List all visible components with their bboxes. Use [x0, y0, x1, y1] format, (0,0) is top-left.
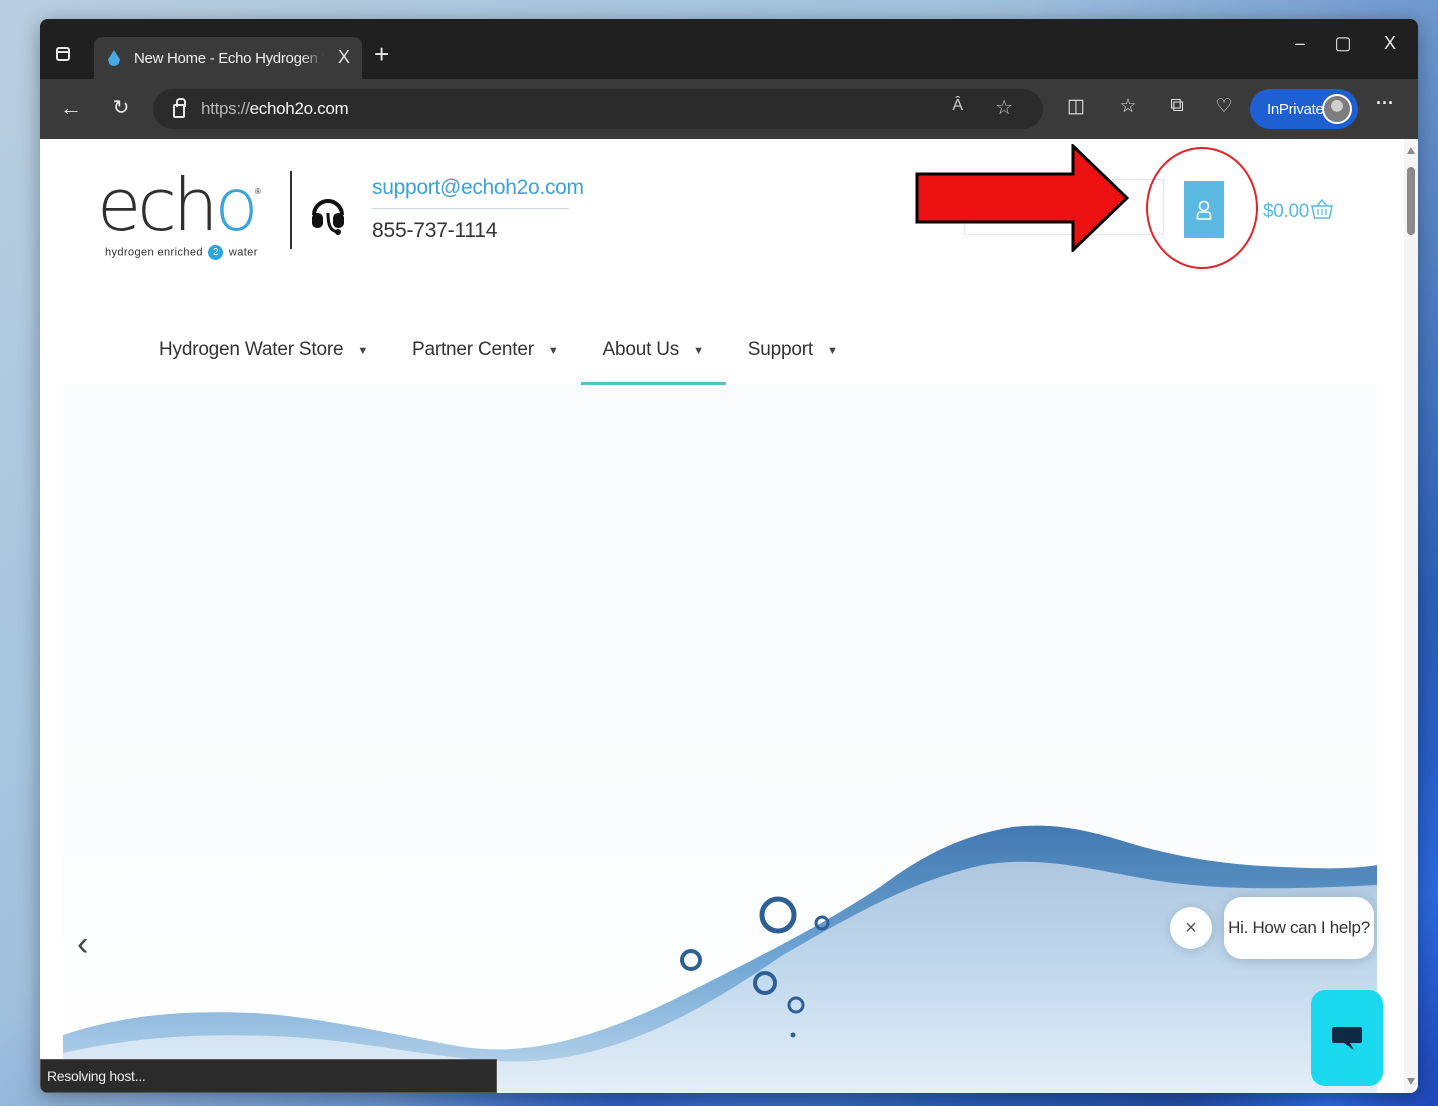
chevron-down-icon: ▼: [826, 345, 838, 357]
inprivate-label: InPrivate: [1267, 100, 1324, 118]
chat-greeting-bubble[interactable]: Hi. How can I help?: [1224, 897, 1374, 959]
status-bar: Resolving host...: [40, 1059, 497, 1093]
page-viewport: echo ® hydrogen enriched 2 water support…: [40, 139, 1418, 1093]
water-drop-icon: [108, 50, 120, 66]
scrollbar-thumb[interactable]: [1407, 167, 1415, 235]
hero-slider: ‹: [63, 385, 1377, 1093]
address-bar[interactable]: https://echoh2o.com Ȃ ☆: [153, 89, 1043, 129]
basket-icon[interactable]: [1310, 197, 1334, 221]
vertical-scrollbar[interactable]: [1404, 139, 1418, 1093]
chat-icon: [1332, 1027, 1362, 1050]
chat-close-icon[interactable]: ×: [1170, 907, 1212, 949]
nav-hydrogen-water-store[interactable]: Hydrogen Water Store ▼: [146, 311, 390, 385]
refresh-icon[interactable]: ↻: [106, 95, 136, 121]
profile-avatar: [1322, 94, 1352, 124]
minimize-button[interactable]: –: [1280, 33, 1320, 54]
browser-essentials-icon[interactable]: ♡: [1210, 95, 1238, 118]
tab-echo-home[interactable]: New Home - Echo Hydrogen Water X: [94, 37, 362, 79]
more-menu-icon[interactable]: ···: [1376, 93, 1394, 114]
tab-strip: New Home - Echo Hydrogen Water X + – ▢ X: [40, 19, 1418, 79]
url-text: https://echoh2o.com: [201, 99, 349, 118]
support-email-link[interactable]: support@echoh2o.com: [372, 176, 584, 209]
tab-title: New Home - Echo Hydrogen Water: [134, 49, 324, 67]
nav-support[interactable]: Support ▼: [726, 311, 860, 385]
close-window-button[interactable]: X: [1370, 33, 1410, 54]
lock-icon: [173, 98, 186, 118]
chevron-down-icon: ▼: [693, 345, 704, 357]
inprivate-button[interactable]: InPrivate: [1250, 89, 1358, 129]
browser-toolbar: ← ↻ https://echoh2o.com Ȃ ☆ ◫ ☆ ⧉ ♡ InP…: [40, 79, 1418, 139]
annotation-arrow: [915, 144, 1130, 252]
favorites-icon[interactable]: ☆: [1114, 95, 1142, 118]
tab-actions-icon[interactable]: [52, 43, 74, 65]
collections-icon[interactable]: ⧉: [1163, 95, 1191, 117]
cart-total[interactable]: $0.00: [1263, 201, 1309, 223]
echo-logo[interactable]: echo ® hydrogen enriched 2 water: [97, 169, 262, 264]
split-screen-icon[interactable]: ◫: [1062, 95, 1090, 118]
chat-launcher-button[interactable]: [1311, 990, 1383, 1086]
read-aloud-icon[interactable]: Ȃ: [952, 97, 963, 115]
favorite-star-icon[interactable]: ☆: [995, 95, 1013, 120]
header-divider: [290, 171, 292, 249]
main-navigation: Hydrogen Water Store ▼ Partner Center ▼ Ab…: [146, 311, 860, 385]
maximize-button[interactable]: ▢: [1323, 33, 1363, 54]
nav-about-us[interactable]: About Us ▼: [580, 311, 727, 385]
chevron-down-icon: ▼: [547, 345, 559, 357]
tab-close-icon[interactable]: X: [338, 47, 350, 68]
annotation-circle: [1146, 147, 1258, 269]
logo-tagline: hydrogen enriched 2 water: [105, 245, 258, 260]
slider-prev-icon[interactable]: ‹: [77, 927, 88, 961]
back-arrow-icon[interactable]: ←: [56, 95, 86, 121]
nav-partner-center[interactable]: Partner Center ▼: [390, 311, 581, 385]
new-tab-button[interactable]: +: [374, 41, 389, 67]
headset-icon: [312, 199, 344, 235]
support-phone[interactable]: 855-737-1114: [372, 219, 497, 243]
chevron-down-icon: ▼: [357, 345, 369, 357]
